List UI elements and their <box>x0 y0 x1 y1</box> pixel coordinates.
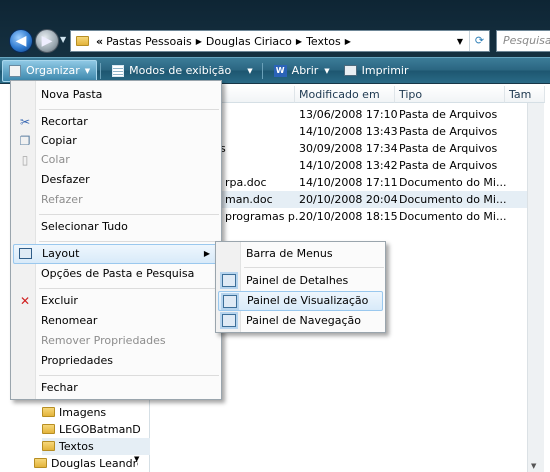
details-pane-icon <box>222 274 236 287</box>
back-button[interactable]: ◀ <box>9 29 33 53</box>
menu-separator <box>39 375 219 376</box>
organize-icon <box>9 64 21 77</box>
navigation-pane-icon <box>222 314 236 327</box>
submenu-arrow-icon: ▶ <box>203 249 210 258</box>
address-bar[interactable]: « Pastas Pessoais ▶ Douglas Ciriaco ▶ Te… <box>70 30 490 52</box>
submenu-item-painel-detalhes[interactable]: Painel de Detalhes <box>218 271 383 291</box>
menu-separator <box>39 241 219 242</box>
folder-icon <box>42 407 55 417</box>
explorer-window: ◀ ▶ ▼ « Pastas Pessoais ▶ Douglas Ciriac… <box>0 0 550 472</box>
open-label: Abrir <box>291 64 319 77</box>
views-icon <box>112 64 125 77</box>
menu-item-desfazer[interactable]: Desfazer <box>13 170 219 190</box>
vertical-scrollbar[interactable]: ▼ <box>527 103 544 472</box>
chevron-down-icon: ▼ <box>84 66 91 75</box>
print-button[interactable]: Imprimir <box>338 60 415 82</box>
address-dropdown-icon[interactable]: ▼ <box>457 37 463 46</box>
menu-item-renomear[interactable]: Renomear <box>13 311 219 331</box>
organize-menu: Nova Pasta ✂ Recortar ❐ Copiar ▯ Colar D… <box>10 80 222 400</box>
delete-x-icon: ✕ <box>19 294 31 308</box>
breadcrumb-douglas-ciriaco[interactable]: Douglas Ciriaco <box>206 35 292 48</box>
preview-pane-icon <box>223 295 237 308</box>
nav-item[interactable]: LEGOBatmanD <box>42 421 150 438</box>
menu-item-colar[interactable]: ▯ Colar <box>13 150 219 170</box>
chevron-down-icon[interactable]: ▼ <box>247 67 252 75</box>
folder-icon <box>42 441 55 451</box>
search-input[interactable]: Pesquisar <box>496 30 550 52</box>
menu-separator <box>39 214 219 215</box>
nav-item[interactable]: Textos <box>42 438 150 455</box>
printer-icon <box>343 65 357 76</box>
menu-item-nova-pasta[interactable]: Nova Pasta <box>13 85 219 105</box>
menu-separator <box>39 109 219 110</box>
paste-icon: ▯ <box>21 153 29 167</box>
toolbar-separator <box>100 62 102 79</box>
submenu-item-painel-navegacao[interactable]: Painel de Navegação <box>218 311 383 331</box>
menu-item-opcoes-pasta[interactable]: Opções de Pasta e Pesquisa <box>13 264 219 284</box>
menu-item-refazer[interactable]: Refazer <box>13 190 219 210</box>
chevron-down-icon[interactable]: ▼ <box>324 67 329 75</box>
recent-pages-dropdown-icon[interactable]: ▼ <box>60 35 66 44</box>
breadcrumb-separator-icon[interactable]: ▶ <box>296 37 302 46</box>
views-button[interactable]: Modos de exibição ▼ <box>106 60 259 82</box>
organize-label: Organizar <box>26 64 80 77</box>
menu-item-recortar[interactable]: ✂ Recortar <box>13 112 219 132</box>
nav-item[interactable]: Douglas Leandrc <box>34 455 138 472</box>
menu-separator <box>39 288 219 289</box>
breadcrumb-separator-icon[interactable]: ▶ <box>345 37 351 46</box>
folder-icon <box>34 458 47 468</box>
forward-button[interactable]: ▶ <box>35 29 59 53</box>
menu-item-excluir[interactable]: ✕ Excluir <box>13 291 219 311</box>
overflow-chevron-icon[interactable]: « <box>96 35 103 48</box>
submenu-item-painel-visualizacao[interactable]: Painel de Visualização <box>218 291 383 311</box>
print-label: Imprimir <box>361 64 409 77</box>
scissors-icon: ✂ <box>19 115 31 129</box>
column-header-size[interactable]: Tam <box>505 86 545 103</box>
toolbar-separator <box>261 62 263 79</box>
breadcrumb-textos[interactable]: Textos <box>306 35 341 48</box>
layout-icon <box>19 248 32 259</box>
submenu-item-barra-de-menus[interactable]: Barra de Menus <box>218 244 383 264</box>
open-button[interactable]: W Abrir ▼ <box>268 60 336 82</box>
breadcrumb-separator-icon[interactable]: ▶ <box>196 37 202 46</box>
nav-item[interactable]: Imagens <box>42 404 150 421</box>
word-icon: W <box>273 64 287 77</box>
folder-icon <box>76 36 89 46</box>
layout-submenu: Barra de Menus Painel de Detalhes Painel… <box>215 241 386 333</box>
breadcrumb-pastas-pessoais[interactable]: Pastas Pessoais <box>106 35 192 48</box>
scroll-down-icon[interactable]: ▼ <box>531 462 536 470</box>
column-header-type[interactable]: Tipo <box>395 86 505 103</box>
menu-item-propriedades[interactable]: Propriedades <box>13 351 219 371</box>
organize-button[interactable]: Organizar ▼ <box>2 59 98 82</box>
column-header-modified[interactable]: Modificado em <box>295 86 395 103</box>
refresh-icon[interactable]: ⟳ <box>469 31 489 51</box>
views-label: Modos de exibição <box>129 64 232 77</box>
menu-item-fechar[interactable]: Fechar <box>13 378 219 398</box>
copy-icon: ❐ <box>19 134 31 148</box>
menu-item-layout[interactable]: Layout ▶ <box>13 244 219 264</box>
chevron-down-icon[interactable]: ▼ <box>134 455 139 463</box>
menu-item-remover-propriedades[interactable]: Remover Propriedades <box>13 331 219 351</box>
menu-item-selecionar-tudo[interactable]: Selecionar Tudo <box>13 217 219 237</box>
folder-icon <box>42 424 55 434</box>
menu-separator <box>244 267 384 268</box>
menu-item-copiar[interactable]: ❐ Copiar <box>13 131 219 151</box>
